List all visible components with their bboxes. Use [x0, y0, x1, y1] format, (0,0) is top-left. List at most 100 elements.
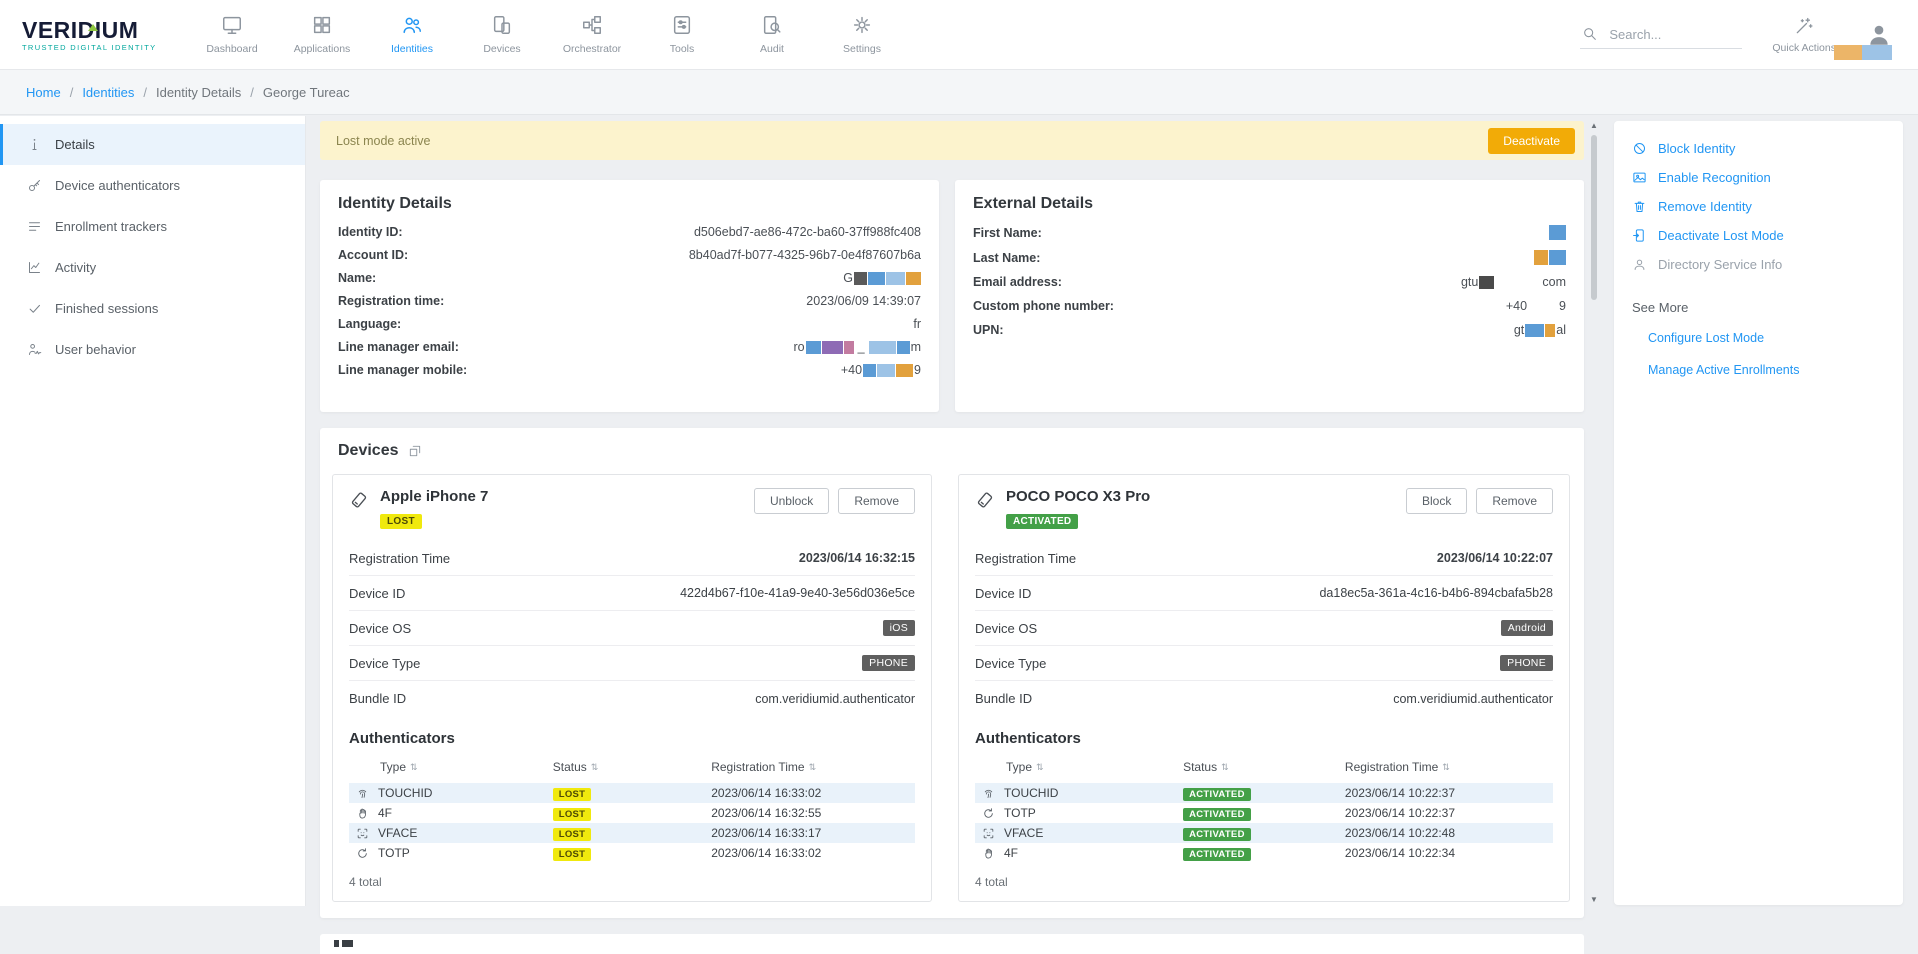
remove-device-button[interactable]: Remove	[1476, 488, 1553, 514]
sidebar-item-user-behavior[interactable]: User behavior	[0, 329, 305, 370]
user-avatar[interactable]	[1866, 22, 1892, 48]
block-device-button[interactable]: Block	[1406, 488, 1467, 514]
nav-item-dashboard[interactable]: Dashboard	[187, 0, 277, 70]
device-id-link[interactable]: da18ec5a-361a-4c16-b4b6-894cbafa5b28	[1319, 586, 1553, 600]
quick-actions-button[interactable]: Quick Actions	[1772, 16, 1836, 54]
hand-icon	[982, 847, 995, 860]
enable-recognition-action[interactable]: Enable Recognition	[1632, 170, 1885, 185]
sort-icon: ⇅	[591, 762, 599, 773]
device-registration-row: Registration Time 2023/06/14 10:22:07	[975, 541, 1553, 576]
field-value: +40 9	[841, 363, 921, 377]
line-manager-mobile-row: Line manager mobile: +40 9	[338, 363, 921, 377]
nav-item-applications[interactable]: Applications	[277, 0, 367, 70]
device-type-badge: PHONE	[1500, 655, 1553, 671]
nav-item-settings[interactable]: Settings	[817, 0, 907, 70]
redacted-gap	[1528, 306, 1558, 307]
redacted-username	[1834, 45, 1892, 60]
field-label: Identity ID:	[338, 225, 403, 239]
sort-icon: ⇅	[1036, 762, 1044, 773]
remove-identity-action[interactable]: Remove Identity	[1632, 199, 1885, 214]
redacted-block	[1549, 225, 1566, 240]
authenticator-row: VFACE LOST 2023/06/14 16:33:17	[349, 823, 915, 843]
bundle-id-row: Bundle ID com.veridiumid.authenticator	[349, 681, 915, 716]
applications-icon	[311, 14, 333, 36]
field-label: Device ID	[349, 586, 405, 601]
device-id-row: Device ID da18ec5a-361a-4c16-b4b6-894cba…	[975, 576, 1553, 611]
breadcrumb-separator: /	[70, 85, 74, 100]
field-value: 8b40ad7f-b077-4325-96b7-0e4f87607b6a	[689, 248, 921, 262]
name-row: Name: G	[338, 271, 921, 285]
nav-item-tools[interactable]: Tools	[637, 0, 727, 70]
search-icon[interactable]	[1582, 26, 1598, 42]
field-label: Name:	[338, 271, 376, 285]
sidebar-item-device-authenticators[interactable]: Device authenticators	[0, 165, 305, 206]
field-label: Language:	[338, 317, 401, 331]
field-value: com.veridiumid.authenticator	[755, 692, 915, 706]
redacted-block	[1534, 250, 1548, 265]
sidebar-item-details[interactable]: Details	[0, 124, 305, 165]
nav-item-audit[interactable]: Audit	[727, 0, 817, 70]
deactivate-lost-mode-action[interactable]: Deactivate Lost Mode	[1632, 228, 1885, 243]
lost-mode-banner: Lost mode active Deactivate	[320, 121, 1584, 160]
nav-item-identities[interactable]: Identities	[367, 0, 457, 70]
redacted-block	[1479, 276, 1494, 289]
sidebar-item-activity[interactable]: Activity	[0, 247, 305, 288]
devices-icon	[491, 14, 513, 36]
global-search	[1580, 21, 1742, 49]
block-identity-action[interactable]: Block Identity	[1632, 141, 1885, 156]
nav-label: Tools	[670, 43, 695, 55]
field-value: 2023/06/14 10:22:07	[1437, 551, 1553, 565]
clipped-heading-fragment	[342, 940, 353, 947]
sort-by-type[interactable]: Type⇅	[349, 760, 553, 774]
unblock-device-button[interactable]: Unblock	[754, 488, 829, 514]
search-input[interactable]	[1607, 26, 1725, 43]
field-label: Device Type	[349, 656, 420, 671]
totp-refresh-icon	[982, 807, 995, 820]
device-status-badge: LOST	[380, 514, 422, 529]
devices-link-icon[interactable]	[408, 444, 422, 458]
scroll-down-arrow[interactable]: ▼	[1588, 895, 1600, 905]
logo-accent-icon	[88, 24, 98, 31]
breadcrumb-identities[interactable]: Identities	[82, 85, 134, 100]
manage-active-enrollments-link[interactable]: Manage Active Enrollments	[1648, 363, 1885, 377]
scroll-up-arrow[interactable]: ▲	[1588, 121, 1600, 131]
sidebar-item-finished-sessions[interactable]: Finished sessions	[0, 288, 305, 329]
identity-id-row: Identity ID: d506ebd7-ae86-472c-ba60-37f…	[338, 225, 921, 239]
nav-item-orchestrator[interactable]: Orchestrator	[547, 0, 637, 70]
sort-by-status[interactable]: Status⇅	[553, 760, 711, 774]
veridium-logo[interactable]: VERIDIUM TRUSTED DIGITAL IDENTITY	[0, 18, 175, 52]
sort-by-time[interactable]: Registration Time⇅	[711, 760, 915, 774]
deactivate-lost-mode-button[interactable]: Deactivate	[1488, 128, 1575, 154]
sort-by-type[interactable]: Type⇅	[975, 760, 1183, 774]
left-sidebar: Details Device authenticators Enrollment…	[0, 116, 306, 906]
phone-icon	[349, 490, 369, 510]
authenticators-title: Authenticators	[975, 730, 1553, 747]
device-id-link[interactable]: 422d4b67-f10e-41a9-9e40-3e56d036e5ce	[680, 586, 915, 600]
field-value: 2023/06/09 14:39:07	[806, 294, 921, 308]
sort-by-time[interactable]: Registration Time⇅	[1345, 760, 1553, 774]
sidebar-item-enrollment-trackers[interactable]: Enrollment trackers	[0, 206, 305, 247]
device-name: POCO POCO X3 Pro	[1006, 488, 1150, 505]
redacted-block	[854, 272, 867, 285]
field-label: Bundle ID	[349, 691, 406, 706]
remove-device-button[interactable]: Remove	[838, 488, 915, 514]
device-os-row: Device OS iOS	[349, 611, 915, 646]
breadcrumb-home[interactable]: Home	[26, 85, 61, 100]
phone-icon	[975, 490, 995, 510]
configure-lost-mode-link[interactable]: Configure Lost Mode	[1648, 331, 1885, 345]
scrollbar-thumb[interactable]	[1591, 135, 1597, 300]
settings-gear-icon	[851, 14, 873, 36]
authenticators-total: 4 total	[349, 875, 915, 889]
device-fields: Registration Time 2023/06/14 16:32:15 De…	[349, 541, 915, 716]
field-label: Email address:	[973, 275, 1062, 289]
action-label: Directory Service Info	[1658, 257, 1782, 272]
clipped-heading-fragment	[334, 940, 339, 947]
last-name-row: Last Name:	[973, 250, 1566, 265]
sort-by-status[interactable]: Status⇅	[1183, 760, 1345, 774]
redacted-block	[896, 364, 913, 377]
status-badge: ACTIVATED	[1183, 788, 1251, 801]
identity-details-title: Identity Details	[338, 195, 921, 213]
directory-service-info-action: Directory Service Info	[1632, 257, 1885, 272]
device-card-apple-iphone-7: Apple iPhone 7 LOST Unblock Remove Regis…	[332, 474, 932, 902]
nav-item-devices[interactable]: Devices	[457, 0, 547, 70]
